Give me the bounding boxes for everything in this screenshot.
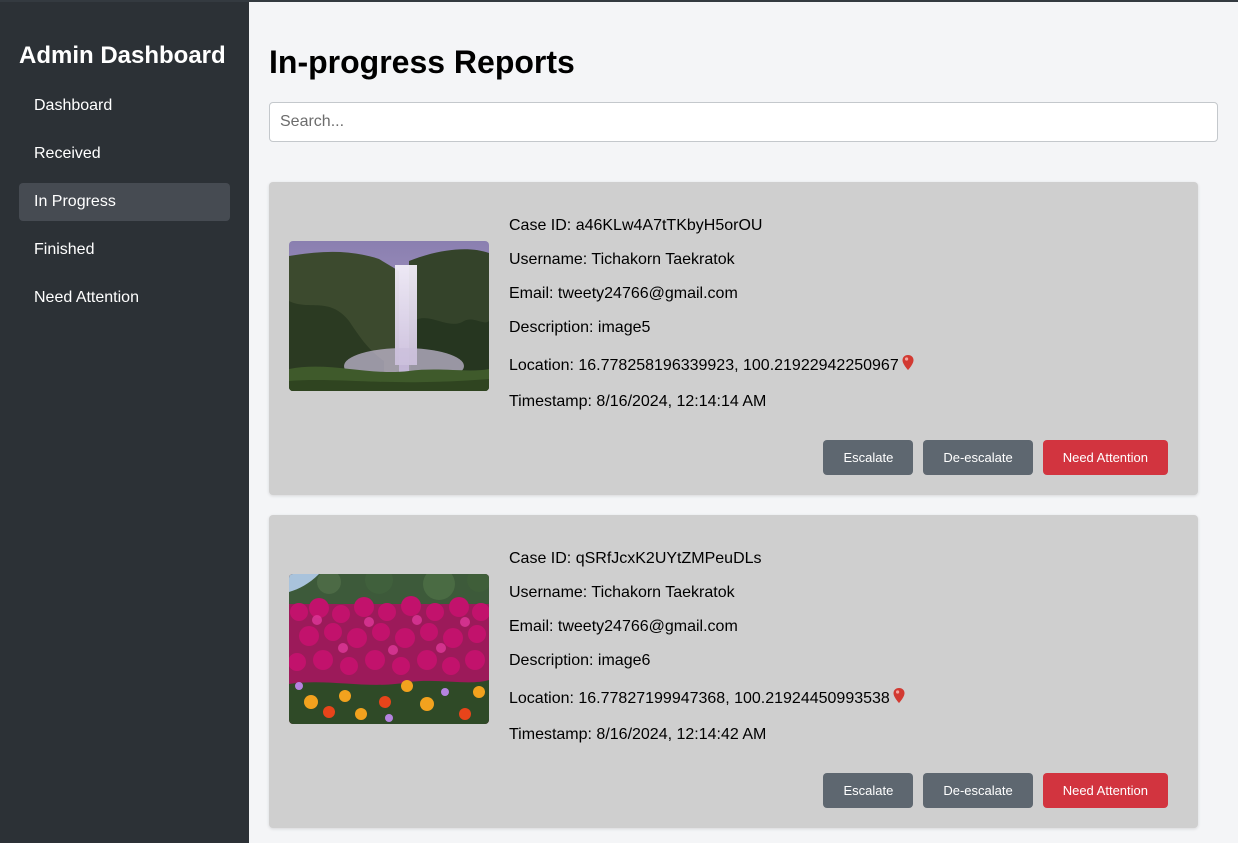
description: Description: image6 — [509, 652, 651, 669]
main-content: In-progress Reports Search... Case ID: a… — [249, 2, 1238, 843]
username: Username: Tichakorn Taekratok — [509, 251, 735, 268]
report-image-flowers[interactable] — [289, 574, 489, 724]
sidebar-item-received[interactable]: Received — [19, 135, 230, 173]
card-actions: Escalate De-escalate Need Attention — [823, 773, 1168, 808]
case-id: Case ID: qSRfJcxK2UYtZMPeuDLs — [509, 550, 762, 567]
sidebar-nav: Dashboard Received In Progress Finished … — [19, 87, 230, 317]
de-escalate-button[interactable]: De-escalate — [923, 440, 1033, 475]
email: Email: tweety24766@gmail.com — [509, 285, 738, 302]
waterfall-photo — [289, 241, 489, 391]
sidebar-item-need-attention[interactable]: Need Attention — [19, 279, 230, 317]
flowers-photo — [289, 574, 489, 724]
need-attention-button[interactable]: Need Attention — [1042, 773, 1168, 808]
report-list: Case ID: a46KLw4A7tTKbyH5orOU Username: … — [269, 182, 1218, 828]
report-details: Case ID: qSRfJcxK2UYtZMPeuDLs Username: … — [509, 548, 906, 758]
location: Location: 16.778258196339923, 100.219229… — [509, 357, 899, 374]
location: Location: 16.77827199947368, 100.2192445… — [509, 690, 890, 707]
sidebar: Admin Dashboard Dashboard Received In Pr… — [0, 2, 249, 843]
map-pin-icon[interactable] — [901, 352, 915, 382]
page-title: In-progress Reports — [269, 44, 575, 80]
case-id: Case ID: a46KLw4A7tTKbyH5orOU — [509, 217, 763, 234]
report-details: Case ID: a46KLw4A7tTKbyH5orOU Username: … — [509, 215, 915, 425]
map-pin-icon[interactable] — [892, 685, 906, 715]
email: Email: tweety24766@gmail.com — [509, 618, 738, 635]
report-card: Case ID: qSRfJcxK2UYtZMPeuDLs Username: … — [269, 515, 1198, 828]
location-row: Location: 16.77827199947368, 100.2192445… — [509, 684, 906, 724]
timestamp: Timestamp: 8/16/2024, 12:14:14 AM — [509, 393, 767, 410]
escalate-button[interactable]: Escalate — [823, 773, 914, 808]
description: Description: image5 — [509, 319, 651, 336]
de-escalate-button[interactable]: De-escalate — [923, 773, 1033, 808]
sidebar-item-finished[interactable]: Finished — [19, 231, 230, 269]
need-attention-button[interactable]: Need Attention — [1042, 440, 1168, 475]
card-actions: Escalate De-escalate Need Attention — [823, 440, 1168, 475]
sidebar-item-in-progress[interactable]: In Progress — [19, 183, 230, 221]
location-row: Location: 16.778258196339923, 100.219229… — [509, 351, 915, 391]
report-card: Case ID: a46KLw4A7tTKbyH5orOU Username: … — [269, 182, 1198, 495]
username: Username: Tichakorn Taekratok — [509, 584, 735, 601]
sidebar-title: Admin Dashboard — [19, 42, 226, 69]
timestamp: Timestamp: 8/16/2024, 12:14:42 AM — [509, 726, 767, 743]
escalate-button[interactable]: Escalate — [823, 440, 914, 475]
report-image-waterfall[interactable] — [289, 241, 489, 391]
sidebar-item-dashboard[interactable]: Dashboard — [19, 87, 230, 125]
search-input[interactable] — [269, 102, 1218, 142]
